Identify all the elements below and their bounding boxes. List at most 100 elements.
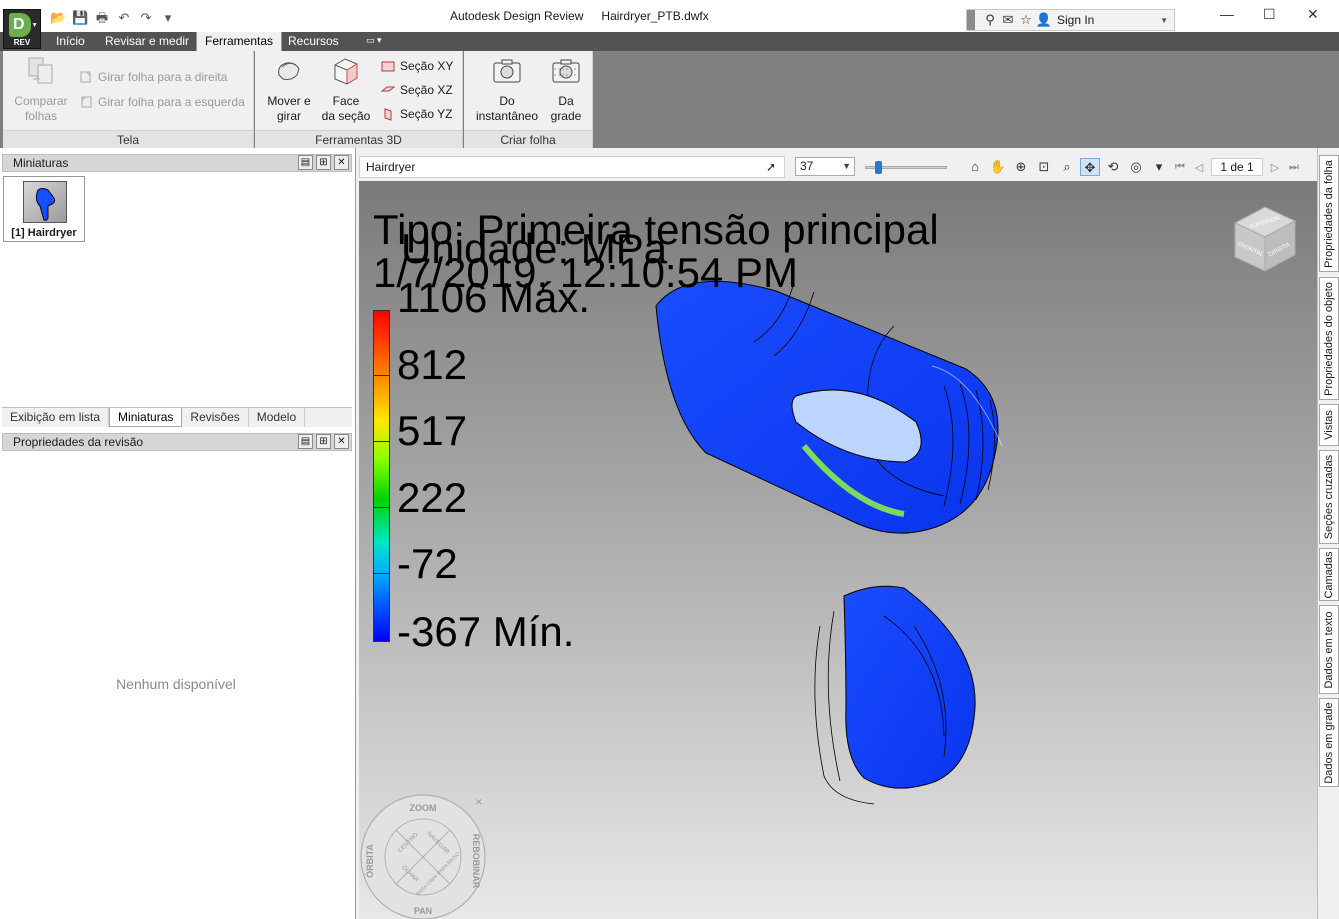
first-page-icon[interactable]: ⏮ xyxy=(1173,161,1187,174)
legend-min-label: -367 Mín. xyxy=(397,608,575,655)
minimize-icon[interactable]: — xyxy=(1220,6,1234,22)
tab-list-view[interactable]: Exibição em lista xyxy=(2,408,110,427)
legend-value-4: -72 xyxy=(397,540,458,587)
tab-cross-sections[interactable]: Seções cruzadas xyxy=(1319,450,1339,544)
user-icon[interactable]: 👤 xyxy=(1035,12,1053,28)
application-menu-button[interactable]: D ▼ REV xyxy=(3,9,41,49)
binoculars-icon[interactable]: ⚲ xyxy=(981,12,999,28)
zoom-value: 37 xyxy=(800,159,814,173)
tab-layers[interactable]: Camadas xyxy=(1319,548,1339,601)
rotate-right-button[interactable]: Girar folha para a direita xyxy=(79,68,227,86)
maximize-icon[interactable]: ☐ xyxy=(1263,6,1276,23)
page-indicator[interactable]: 1 de 1 xyxy=(1211,158,1263,176)
wheel-close-icon[interactable]: ✕ xyxy=(475,797,483,807)
previous-page-icon[interactable]: ◁ xyxy=(1192,161,1206,174)
props-options-icon[interactable]: ▤ xyxy=(298,434,313,449)
select-pointer-icon[interactable]: ➚ xyxy=(766,157,776,177)
fit-to-window-icon[interactable]: ⌕ xyxy=(1057,158,1077,176)
wheel-orbit[interactable]: ÓRBITA xyxy=(364,844,375,878)
face-label-2: da seção xyxy=(321,109,371,123)
rotate-right-icon xyxy=(80,71,91,83)
sheet-thumbnail[interactable]: [1] Hairdryer xyxy=(3,176,85,242)
tab-revisar-e-medir[interactable]: Revisar e medir xyxy=(97,32,197,51)
grid-label-1: Da xyxy=(558,94,574,108)
section-xy-label: Seção XY xyxy=(400,59,454,73)
redo-icon[interactable]: ↷ xyxy=(138,10,154,26)
zoom-window-icon[interactable]: ⊡ xyxy=(1034,158,1054,176)
canvas-title-text: Hairdryer xyxy=(366,160,416,174)
snapshot-label-2: instantâneo xyxy=(475,109,539,123)
section-yz-button[interactable]: Seção YZ xyxy=(381,105,452,123)
3d-viewport[interactable]: Tipo: Primeira tensão principal Unidade:… xyxy=(359,181,1317,919)
save-icon[interactable]: 💾 xyxy=(72,10,88,26)
face-label-1: Face xyxy=(332,94,360,108)
tab-thumbnails[interactable]: Miniaturas xyxy=(109,408,183,427)
pane-options-icon[interactable]: ▤ xyxy=(298,155,313,170)
section-face-button[interactable]: Face da seção xyxy=(318,55,374,124)
star-icon[interactable]: ☆ xyxy=(1017,12,1035,28)
undo-icon[interactable]: ↶ xyxy=(116,10,132,26)
compare-sheets-button[interactable]: Comparar folhas xyxy=(11,55,71,124)
revision-properties-header: Propriedades da revisão ▤ ⊞ ✕ xyxy=(2,433,352,451)
tab-inicio[interactable]: Início xyxy=(48,32,93,51)
tab-model[interactable]: Modelo xyxy=(249,408,306,427)
section-xz-button[interactable]: Seção XZ xyxy=(381,81,453,99)
communication-icon[interactable]: ✉ xyxy=(999,12,1017,28)
chevron-down-icon[interactable]: ▼ xyxy=(1160,16,1168,25)
section-xz-icon xyxy=(381,86,395,92)
tab-grid-data[interactable]: Dados em grade xyxy=(1319,698,1339,787)
move-label-2: girar xyxy=(276,109,301,123)
revision-properties-title: Propriedades da revisão xyxy=(13,435,144,449)
rotate-left-button[interactable]: Girar folha para a esquerda xyxy=(79,93,245,111)
sign-in-link[interactable]: Sign In xyxy=(1057,13,1094,27)
zoom-select[interactable]: 37 ▼ xyxy=(795,157,855,176)
steering-wheel-icon[interactable]: ◎ xyxy=(1126,158,1146,176)
steering-wheel[interactable]: ZOOM PAN ÓRBITA REBOBINAR CENTRO NAVEGAR… xyxy=(359,791,487,919)
wheel-zoom[interactable]: ZOOM xyxy=(410,803,437,813)
tab-text-data[interactable]: Dados em texto xyxy=(1319,605,1339,694)
zoom-slider[interactable] xyxy=(865,161,947,174)
tab-recursos[interactable]: Recursos xyxy=(280,32,347,51)
view-cube[interactable]: SUPERIOR FRONTAL DIREITA xyxy=(1227,201,1303,277)
infocenter-bar: ⚲ ✉ ☆ 👤 Sign In ▼ xyxy=(966,9,1175,31)
props-close-icon[interactable]: ✕ xyxy=(334,434,349,449)
pan-hand-icon[interactable]: ✋ xyxy=(988,158,1008,176)
close-icon[interactable]: ✕ xyxy=(1307,6,1319,23)
move-rotate-button[interactable]: Mover e girar xyxy=(263,55,315,124)
pane-dock-icon[interactable]: ⊞ xyxy=(316,155,331,170)
last-page-icon[interactable]: ⏭ xyxy=(1287,161,1301,174)
hairdryer-model[interactable] xyxy=(644,266,1044,826)
print-icon[interactable]: 🖶 xyxy=(94,10,110,26)
wheel-rewind[interactable]: REBOBINAR xyxy=(471,834,481,889)
orbit-icon[interactable]: ✥ xyxy=(1080,158,1100,176)
from-grid-button[interactable]: Da grade xyxy=(544,55,588,124)
empty-message: Nenhum disponível xyxy=(116,676,236,692)
turntable-icon[interactable]: ⟲ xyxy=(1103,158,1123,176)
tab-object-properties[interactable]: Propriedades do objeto xyxy=(1319,277,1339,400)
tab-sheet-properties[interactable]: Propriedades da folha xyxy=(1319,155,1339,272)
grid-label-2: grade xyxy=(550,109,582,123)
canvas-title: Hairdryer ➚ xyxy=(359,156,785,178)
from-snapshot-button[interactable]: Do instantâneo xyxy=(472,55,542,124)
section-xy-button[interactable]: Seção XY xyxy=(381,57,453,75)
ribbon-tab-bar: Início Revisar e medir Ferramentas Recur… xyxy=(0,32,1339,51)
tools-dropdown-icon[interactable]: ▾ xyxy=(1149,158,1169,176)
next-page-icon[interactable]: ▷ xyxy=(1268,161,1282,174)
tab-ferramentas[interactable]: Ferramentas xyxy=(196,32,283,51)
tab-revisions[interactable]: Revisões xyxy=(182,408,249,427)
home-icon[interactable]: ⌂ xyxy=(965,158,985,176)
move-label-1: Mover e xyxy=(267,94,311,108)
open-icon[interactable]: 📂 xyxy=(50,10,66,26)
ribbon-minimize-icon[interactable]: ▭ ▾ xyxy=(366,35,390,48)
pane-close-icon[interactable]: ✕ xyxy=(334,155,349,170)
wheel-pan[interactable]: PAN xyxy=(414,906,432,916)
grip-handle[interactable] xyxy=(967,10,975,30)
camera-grid-icon xyxy=(552,59,580,83)
props-dock-icon[interactable]: ⊞ xyxy=(316,434,331,449)
qat-dropdown-icon[interactable]: ▾ xyxy=(160,10,176,26)
thumbnail-label: [1] Hairdryer xyxy=(11,227,77,239)
canvas-area: Hairdryer ➚ 37 ▼ ⌂ ✋ ⊕ ⊡ ⌕ ✥ ⟲ ◎ ▾ ⏮ ◁ 1… xyxy=(357,148,1317,919)
zoom-slider-knob[interactable] xyxy=(875,161,882,174)
zoom-icon[interactable]: ⊕ xyxy=(1011,158,1031,176)
tab-views[interactable]: Vistas xyxy=(1319,404,1339,446)
